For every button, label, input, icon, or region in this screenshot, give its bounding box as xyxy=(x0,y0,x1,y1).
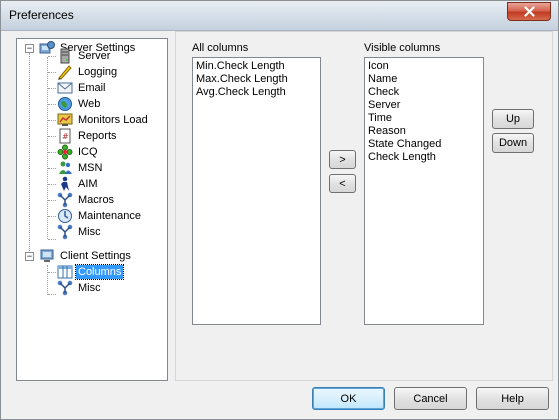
dialog-body: − Server Settings Server Logging Email W… xyxy=(1,31,558,419)
maintenance-icon xyxy=(57,208,73,224)
list-item[interactable]: State Changed xyxy=(368,138,480,151)
aim-icon xyxy=(57,176,73,192)
tree-connector xyxy=(48,72,56,73)
misc-icon xyxy=(57,224,73,240)
visible-columns-list[interactable]: Icon Name Check Server Time Reason State… xyxy=(364,57,484,325)
remove-column-button[interactable]: < xyxy=(329,174,356,193)
misc-icon xyxy=(57,280,73,296)
close-button[interactable] xyxy=(507,2,551,21)
server-settings-icon xyxy=(39,40,55,56)
ok-button-label: OK xyxy=(340,392,357,405)
list-item[interactable]: Server xyxy=(368,99,480,112)
tree-connector xyxy=(48,120,56,121)
tree-item-server-misc[interactable]: Misc xyxy=(57,224,103,240)
tree-connector xyxy=(48,88,56,89)
web-icon xyxy=(57,96,73,112)
move-up-button-label: Up xyxy=(505,113,521,125)
move-down-button[interactable]: Down xyxy=(492,133,534,153)
remove-column-button-label: < xyxy=(339,177,346,190)
help-button-label: Help xyxy=(501,392,524,405)
move-up-button[interactable]: Up xyxy=(492,109,534,129)
ok-button[interactable]: OK xyxy=(312,387,385,410)
tree-connector xyxy=(48,56,56,57)
preferences-window: Preferences − Server Settings Server Log… xyxy=(0,0,559,420)
list-item[interactable]: Avg.Check Length xyxy=(196,86,317,99)
cancel-button-label: Cancel xyxy=(413,392,448,405)
list-item[interactable]: Time xyxy=(368,112,480,125)
tree-connector xyxy=(48,239,56,240)
cancel-button[interactable]: Cancel xyxy=(394,387,467,410)
tree-connector xyxy=(48,216,56,217)
tree-item-client-misc[interactable]: Misc xyxy=(57,280,103,296)
tree-connector xyxy=(47,265,48,295)
help-button[interactable]: Help xyxy=(476,387,549,410)
icq-icon xyxy=(57,144,73,160)
all-columns-list[interactable]: Min.Check Length Max.Check Length Avg.Ch… xyxy=(192,57,321,325)
columns-panel: All columns Min.Check Length Max.Check L… xyxy=(175,31,553,381)
add-column-button[interactable]: > xyxy=(329,150,356,169)
tree-item-reports[interactable]: # Reports xyxy=(57,128,119,144)
svg-text:#: # xyxy=(62,132,69,141)
list-item[interactable]: Name xyxy=(368,73,480,86)
tree-item-columns[interactable]: Columns xyxy=(57,264,125,280)
tree-connector xyxy=(29,53,30,257)
tree-item-maintenance[interactable]: Maintenance xyxy=(57,208,143,224)
settings-tree[interactable]: − Server Settings Server Logging Email W… xyxy=(16,38,168,381)
list-item[interactable]: Icon xyxy=(368,60,480,73)
tree-item-email[interactable]: Email xyxy=(57,80,108,96)
client-settings-icon xyxy=(39,248,55,264)
move-down-button-label: Down xyxy=(498,137,528,149)
tree-item-msn[interactable]: MSN xyxy=(57,160,104,176)
tree-connector xyxy=(48,294,56,295)
tree-connector xyxy=(47,57,48,239)
tree-connector xyxy=(48,104,56,105)
tree-item-web[interactable]: Web xyxy=(57,96,102,112)
visible-columns-label: Visible columns xyxy=(364,42,441,54)
collapse-server-settings-toggle[interactable]: − xyxy=(25,44,34,53)
tree-connector xyxy=(48,136,56,137)
columns-icon xyxy=(57,264,73,280)
window-title: Preferences xyxy=(9,8,74,22)
tree-connector xyxy=(48,168,56,169)
tree-connector xyxy=(48,152,56,153)
list-item[interactable]: Check xyxy=(368,86,480,99)
list-item[interactable]: Reason xyxy=(368,125,480,138)
list-item[interactable]: Max.Check Length xyxy=(196,73,317,86)
collapse-client-settings-toggle[interactable]: − xyxy=(25,252,34,261)
email-icon xyxy=(57,80,73,96)
tree-item-server[interactable]: Server xyxy=(57,48,112,64)
tree-item-client-settings[interactable]: Client Settings xyxy=(39,248,133,264)
msn-icon xyxy=(57,160,73,176)
list-item[interactable]: Check Length xyxy=(368,151,480,164)
tree-connector xyxy=(48,184,56,185)
close-icon xyxy=(523,6,535,17)
tree-item-monitors-load[interactable]: Monitors Load xyxy=(57,112,150,128)
title-bar[interactable]: Preferences xyxy=(1,1,558,31)
macros-icon xyxy=(57,192,73,208)
monitors-load-icon xyxy=(57,112,73,128)
tree-connector xyxy=(48,272,56,273)
list-item[interactable]: Min.Check Length xyxy=(196,60,317,73)
logging-icon xyxy=(57,64,73,80)
tree-item-logging[interactable]: Logging xyxy=(57,64,119,80)
add-column-button-label: > xyxy=(339,153,346,166)
tree-connector xyxy=(48,200,56,201)
reports-icon: # xyxy=(57,128,73,144)
all-columns-label: All columns xyxy=(192,42,249,54)
server-icon xyxy=(57,48,73,64)
tree-item-aim[interactable]: AIM xyxy=(57,176,100,192)
tree-item-macros[interactable]: Macros xyxy=(57,192,116,208)
tree-item-icq[interactable]: ICQ xyxy=(57,144,100,160)
